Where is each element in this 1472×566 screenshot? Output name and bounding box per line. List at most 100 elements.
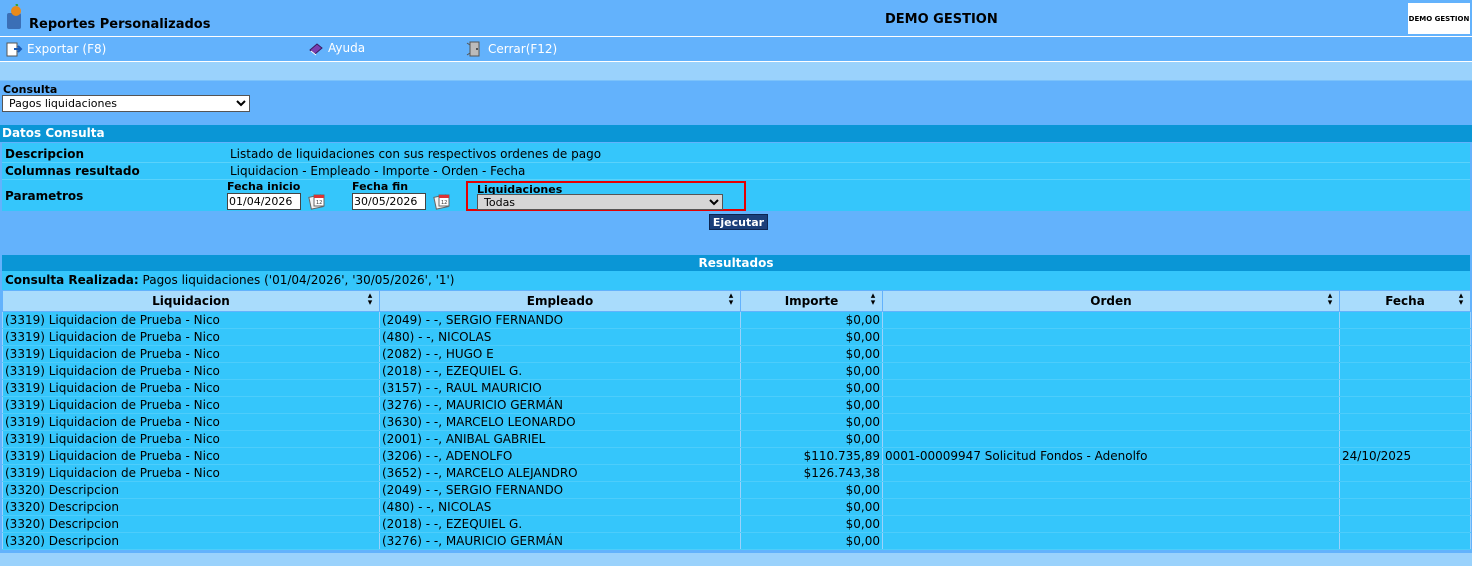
sort-icon[interactable]: ▴▾ <box>870 292 876 308</box>
company-logo: DEMO GESTION <box>1408 3 1470 34</box>
results-table: Liquidacion ▴▾ Empleado ▴▾ Importe ▴▾ Orden… <box>2 290 1471 550</box>
cell-orden <box>882 413 1340 431</box>
cell-orden <box>882 498 1340 516</box>
cell-empleado: (3206) - -, ADENOLFO <box>379 447 741 465</box>
column-header-liquidacion[interactable]: Liquidacion ▴▾ <box>2 290 380 312</box>
export-button[interactable]: Exportar (F8) <box>5 40 106 58</box>
spacer-strip <box>0 62 1472 81</box>
ejecutar-area: Ejecutar <box>2 211 1470 255</box>
cell-orden <box>882 464 1340 482</box>
parametros-label-row: Parametros <box>5 189 83 203</box>
table-row: (3319) Liquidacion de Prueba - Nico (3206… <box>2 447 1471 465</box>
cell-fecha <box>1339 464 1471 482</box>
column-header-empleado[interactable]: Empleado ▴▾ <box>379 290 741 312</box>
descripcion-value: Listado de liquidaciones con sus respect… <box>230 147 602 161</box>
cell-empleado: (3157) - -, RAUL MAURICIO <box>379 379 741 397</box>
consulta-select[interactable]: Pagos liquidaciones <box>2 95 250 112</box>
close-button[interactable]: Cerrar(F12) <box>466 40 557 58</box>
cell-liquidacion: (3319) Liquidacion de Prueba - Nico <box>2 396 380 414</box>
fecha-inicio-input[interactable] <box>227 193 301 210</box>
cell-fecha <box>1339 362 1471 380</box>
fecha-fin-group: Fecha fin 12 <box>352 180 451 211</box>
cell-fecha <box>1339 379 1471 397</box>
cell-orden <box>882 396 1340 414</box>
table-row: (3320) Descripcion (2049) - -, SERGIO FER… <box>2 481 1471 499</box>
cell-importe: $0,00 <box>740 345 883 363</box>
cell-empleado: (480) - -, NICOLAS <box>379 498 741 516</box>
parametros-label: Parametros <box>5 189 84 203</box>
table-row: (3319) Liquidacion de Prueba - Nico (2082… <box>2 345 1471 363</box>
columnas-row: Columnas resultado Liquidacion - Emplead… <box>5 164 525 178</box>
cell-fecha <box>1339 413 1471 431</box>
cell-orden <box>882 481 1340 499</box>
cell-liquidacion: (3320) Descripcion <box>2 498 380 516</box>
calendar-icon[interactable]: 12 <box>433 193 451 211</box>
sort-icon[interactable]: ▴▾ <box>1327 292 1333 308</box>
column-header-fecha[interactable]: Fecha ▴▾ <box>1339 290 1471 312</box>
bottom-strip <box>0 553 1472 566</box>
cell-empleado: (3276) - -, MAURICIO GERMÁN <box>379 396 741 414</box>
cell-liquidacion: (3319) Liquidacion de Prueba - Nico <box>2 379 380 397</box>
consulta-realizada-label: Consulta Realizada: <box>5 273 139 287</box>
title-bar: Reportes Personalizados DEMO GESTION DEM… <box>0 0 1472 37</box>
column-header-importe[interactable]: Importe ▴▾ <box>740 290 883 312</box>
cell-fecha <box>1339 498 1471 516</box>
sort-icon[interactable]: ▴▾ <box>728 292 734 308</box>
calendar-icon[interactable]: 12 <box>308 193 326 211</box>
table-row: (3320) Descripcion (3276) - -, MAURICIO G… <box>2 532 1471 550</box>
ejecutar-button[interactable]: Ejecutar <box>709 214 768 230</box>
cell-liquidacion: (3319) Liquidacion de Prueba - Nico <box>2 311 380 329</box>
table-row: (3319) Liquidacion de Prueba - Nico (3630… <box>2 413 1471 431</box>
cell-importe: $110.735,89 <box>740 447 883 465</box>
table-row: (3319) Liquidacion de Prueba - Nico (480)… <box>2 328 1471 346</box>
cell-orden <box>882 345 1340 363</box>
sort-icon[interactable]: ▴▾ <box>367 292 373 308</box>
descripcion-row: Descripcion Listado de liquidaciones con… <box>5 147 601 161</box>
cell-fecha <box>1339 311 1471 329</box>
export-icon <box>6 42 23 57</box>
liquidaciones-highlight: Liquidaciones Todas <box>466 181 746 211</box>
cell-importe: $0,00 <box>740 396 883 414</box>
cell-empleado: (2001) - -, ANIBAL GABRIEL <box>379 430 741 448</box>
results-body: (3319) Liquidacion de Prueba - Nico (2049… <box>2 311 1471 550</box>
close-door-icon <box>466 41 480 57</box>
svg-text:12: 12 <box>441 200 447 206</box>
cell-orden <box>882 362 1340 380</box>
cell-liquidacion: (3319) Liquidacion de Prueba - Nico <box>2 413 380 431</box>
app-title: Reportes Personalizados <box>29 17 211 32</box>
table-row: (3319) Liquidacion de Prueba - Nico (3157… <box>2 379 1471 397</box>
cell-empleado: (3630) - -, MARCELO LEONARDO <box>379 413 741 431</box>
consulta-realizada-value: Pagos liquidaciones ('01/04/2026', '30/0… <box>142 273 455 287</box>
cell-orden <box>882 328 1340 346</box>
cell-fecha <box>1339 345 1471 363</box>
cell-liquidacion: (3319) Liquidacion de Prueba - Nico <box>2 328 380 346</box>
divider <box>2 179 1470 180</box>
cell-fecha: 24/10/2025 <box>1339 447 1471 465</box>
sort-icon[interactable]: ▴▾ <box>1458 292 1464 308</box>
cell-orden <box>882 515 1340 533</box>
cell-liquidacion: (3319) Liquidacion de Prueba - Nico <box>2 362 380 380</box>
cell-fecha <box>1339 396 1471 414</box>
table-row: (3320) Descripcion (480) - -, NICOLAS $0,0… <box>2 498 1471 516</box>
table-row: (3319) Liquidacion de Prueba - Nico (2049… <box>2 311 1471 329</box>
cell-liquidacion: (3320) Descripcion <box>2 532 380 550</box>
cell-empleado: (3276) - -, MAURICIO GERMÁN <box>379 532 741 550</box>
cell-importe: $0,00 <box>740 413 883 431</box>
cell-empleado: (2049) - -, SERGIO FERNANDO <box>379 481 741 499</box>
resultados-header: Resultados <box>2 255 1470 271</box>
cell-liquidacion: (3319) Liquidacion de Prueba - Nico <box>2 447 380 465</box>
fecha-fin-label: Fecha fin <box>352 180 409 193</box>
cell-empleado: (2049) - -, SERGIO FERNANDO <box>379 311 741 329</box>
cell-importe: $126.743,38 <box>740 464 883 482</box>
results-header-row: Liquidacion ▴▾ Empleado ▴▾ Importe ▴▾ Orden… <box>2 290 1471 312</box>
fecha-fin-input[interactable] <box>352 193 426 210</box>
table-row: (3319) Liquidacion de Prueba - Nico (2018… <box>2 362 1471 380</box>
table-row: (3319) Liquidacion de Prueba - Nico (3276… <box>2 396 1471 414</box>
help-button[interactable]: Ayuda <box>308 40 365 56</box>
liquidaciones-select[interactable]: Todas <box>477 194 723 210</box>
cell-liquidacion: (3319) Liquidacion de Prueba - Nico <box>2 430 380 448</box>
cell-importe: $0,00 <box>740 379 883 397</box>
cell-liquidacion: (3320) Descripcion <box>2 515 380 533</box>
cell-importe: $0,00 <box>740 328 883 346</box>
column-header-orden[interactable]: Orden ▴▾ <box>882 290 1340 312</box>
